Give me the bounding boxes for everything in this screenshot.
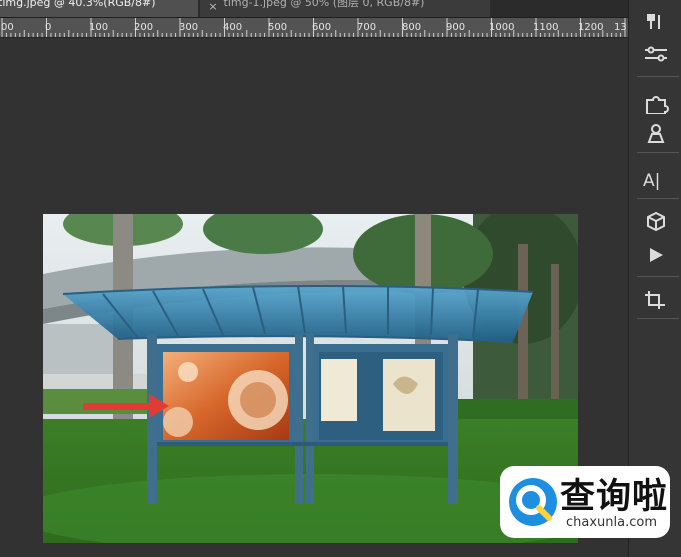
ruler-label: 900 xyxy=(446,22,466,33)
tab-timg-jpeg[interactable]: timg.jpeg @ 40.3%(RGB/8#) ˅ xyxy=(0,0,198,17)
ruler-label: 400 xyxy=(223,22,243,33)
character-text-label: A| xyxy=(643,171,660,190)
3d-cube-icon[interactable] xyxy=(639,210,673,236)
canvas-image-bus-shelter[interactable] xyxy=(43,214,578,543)
horizontal-ruler[interactable]: 00 0 100 200 300 400 500 600 700 800 900… xyxy=(0,18,628,38)
ruler-label: 800 xyxy=(402,22,422,33)
ruler-label: 100 xyxy=(89,22,109,33)
ruler-label: 700 xyxy=(357,22,377,33)
ruler-label: 500 xyxy=(268,22,288,33)
watermark-url: chaxunla.com xyxy=(566,515,657,530)
panel-divider xyxy=(637,276,679,277)
ruler-label: 200 xyxy=(134,22,154,33)
puzzle-plugin-icon[interactable] xyxy=(639,92,673,118)
ruler-label: 1100 xyxy=(533,22,559,33)
panel-divider xyxy=(637,76,679,77)
brush-settings-icon[interactable] xyxy=(639,12,673,38)
ruler-label: 600 xyxy=(312,22,332,33)
ruler-label: 13 xyxy=(614,22,627,33)
play-action-icon[interactable] xyxy=(639,244,673,270)
tab-timg-1-jpeg[interactable]: × timg-1.jpeg @ 50% (图层 0, RGB/8#) ˅ xyxy=(200,0,490,17)
close-icon[interactable]: × xyxy=(206,0,220,13)
watermark-logo-icon xyxy=(509,478,557,526)
panel-divider xyxy=(637,318,679,319)
tab-label: timg.jpeg @ 40.3%(RGB/8#) ˅ xyxy=(0,0,165,9)
adjustments-sliders-icon[interactable] xyxy=(639,44,673,70)
character-text-icon[interactable]: A| xyxy=(639,168,673,194)
watermark-badge: 查询啦 chaxunla.com xyxy=(500,466,670,538)
watermark-title: 查询啦 xyxy=(560,477,669,517)
ruler-label: 1200 xyxy=(578,22,604,33)
panel-divider xyxy=(637,198,679,199)
document-tab-bar: timg.jpeg @ 40.3%(RGB/8#) ˅ × timg-1.jpe… xyxy=(0,0,628,18)
ruler-label: 00 xyxy=(1,22,14,33)
ruler-label: 1000 xyxy=(489,22,515,33)
ruler-label: 300 xyxy=(179,22,199,33)
ruler-label: 0 xyxy=(45,22,52,33)
crop-icon[interactable] xyxy=(639,288,673,314)
tab-label: timg-1.jpeg @ 50% (图层 0, RGB/8#) ˅ xyxy=(223,0,434,9)
clone-stamp-icon[interactable] xyxy=(639,122,673,148)
panel-divider xyxy=(637,152,679,153)
